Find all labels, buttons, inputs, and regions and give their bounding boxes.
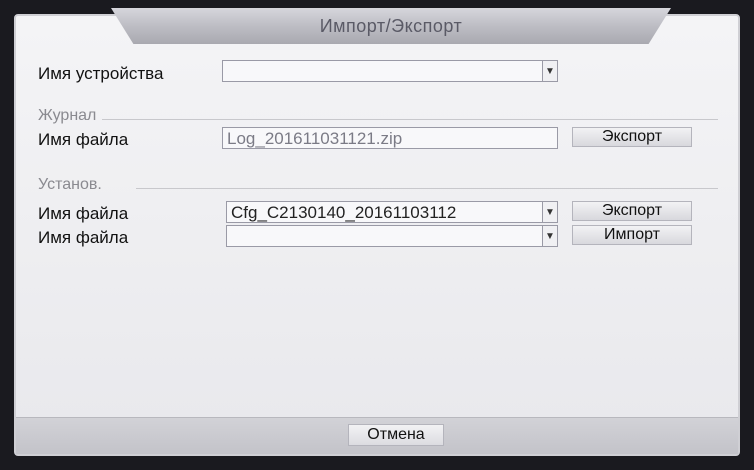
settings-section-title: Установ. (38, 176, 102, 193)
cancel-button[interactable]: Отмена (348, 424, 444, 446)
settings-export-file-value: Cfg_C2130140_20161103112 (231, 203, 457, 222)
settings-import-file-select[interactable]: ▼ (226, 225, 558, 247)
journal-section-title: Журнал (38, 107, 97, 124)
settings-export-button[interactable]: Экспорт (572, 201, 692, 221)
settings-import-button[interactable]: Импорт (572, 225, 692, 245)
settings-section-divider (136, 188, 718, 189)
device-name-label: Имя устройства (38, 64, 164, 83)
chevron-down-icon[interactable]: ▼ (542, 202, 557, 222)
chevron-down-icon[interactable]: ▼ (542, 61, 557, 81)
dialog-title-bar: Импорт/Экспорт (111, 8, 671, 44)
settings-export-file-select[interactable]: Cfg_C2130140_20161103112 ▼ (226, 201, 558, 223)
dialog-title: Импорт/Экспорт (319, 15, 463, 36)
chevron-down-icon[interactable]: ▼ (542, 226, 557, 246)
import-export-dialog: Импорт/Экспорт Имя устройства ▼ Журнал И… (14, 8, 740, 456)
journal-file-label: Имя файла (38, 130, 129, 149)
settings-export-file-label: Имя файла (38, 204, 129, 223)
journal-file-field[interactable]: Log_201611031121.zip (222, 127, 558, 149)
journal-export-button[interactable]: Экспорт (572, 127, 692, 147)
journal-section-divider (102, 119, 718, 120)
dialog-footer: Отмена (16, 417, 738, 454)
device-name-select[interactable]: ▼ (222, 60, 558, 82)
settings-import-file-label: Имя файла (38, 228, 129, 247)
